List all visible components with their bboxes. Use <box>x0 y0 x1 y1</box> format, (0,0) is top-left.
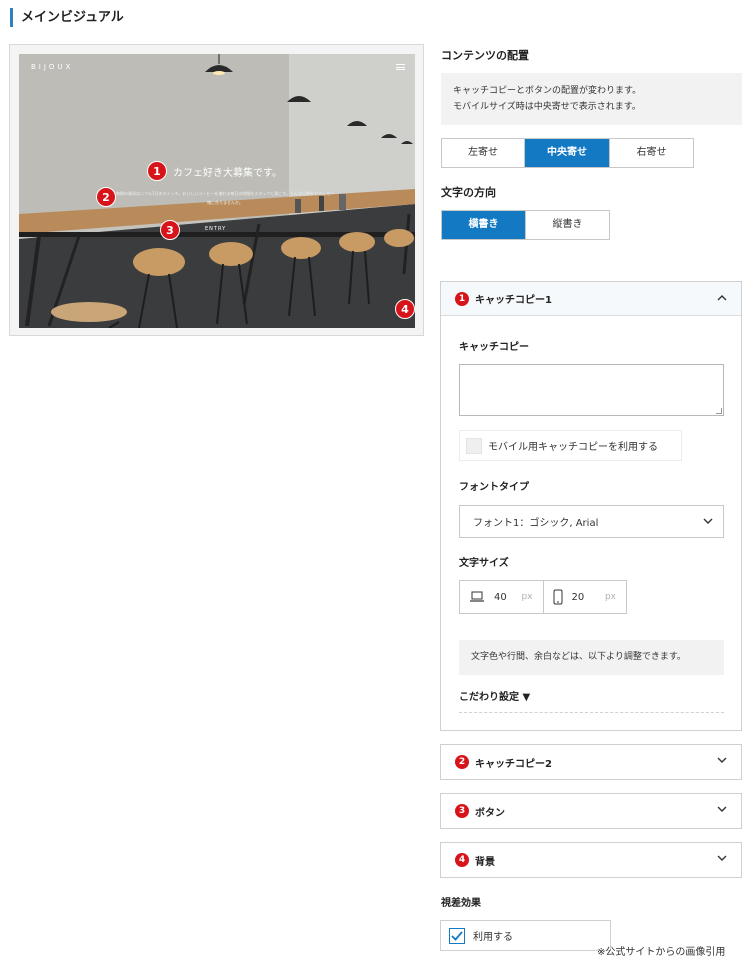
font-type-select[interactable]: フォント1：ゴシック, Arial <box>459 505 724 538</box>
mobile-catch-copy-checkbox[interactable] <box>466 437 482 454</box>
pc-font-size-value: 40 <box>494 591 507 603</box>
layout-note: キャッチコピーとボタンの配置が変わります。 モバイルサイズ時は中央寄せで表示され… <box>441 73 742 125</box>
accordion-header-catch-copy-1[interactable]: 1 キャッチコピー1 <box>441 282 741 316</box>
mobile-font-size-input[interactable]: 20 px <box>544 581 627 613</box>
layout-note-line1: キャッチコピーとボタンの配置が変わります。 <box>453 86 642 96</box>
accordion-title-3: ボタン <box>475 807 505 819</box>
accordion-button[interactable]: 3 ボタン <box>440 793 742 829</box>
mobile-catch-copy-checkbox-row[interactable]: モバイル用キャッチコピーを利用する <box>459 430 682 461</box>
pc-font-size-input[interactable]: 40 px <box>460 581 544 613</box>
layout-segmented-control: 左寄せ 中央寄せ 右寄せ <box>441 138 694 168</box>
accordion-catch-copy-2[interactable]: 2 キャッチコピー2 <box>440 744 742 780</box>
style-adjust-note: 文字色や行間、余白などは、以下より調整できます。 <box>459 640 724 675</box>
preview-brand-logo: BIJOUX <box>31 63 74 71</box>
align-left-button[interactable]: 左寄せ <box>442 139 525 167</box>
align-right-button[interactable]: 右寄せ <box>610 139 693 167</box>
checkmark-icon <box>451 930 463 941</box>
preview-sub-text: 毎朝の珈琲はいつも1日のスイッチ。おいしいコーヒーを淹れる毎日の時間をスタッフと… <box>116 191 334 205</box>
vertical-writing-button[interactable]: 縦書き <box>526 211 609 239</box>
preview-catch-copy: カフェ好き大募集です。 <box>173 168 282 179</box>
direction-label: 文字の方向 <box>441 186 496 199</box>
align-center-button[interactable]: 中央寄せ <box>525 139 610 167</box>
layout-note-line2: モバイルサイズ時は中央寄せで表示されます。 <box>453 102 641 112</box>
chevron-down-icon <box>703 518 713 524</box>
mobile-font-size-value: 20 <box>571 591 585 603</box>
accordion-number-4: 4 <box>455 853 469 867</box>
direction-segmented-control: 横書き 縦書き <box>441 210 610 240</box>
font-size-label: 文字サイズ <box>459 558 509 569</box>
layout-label: コンテンツの配置 <box>441 49 529 62</box>
accordion-header-background[interactable]: 4 背景 <box>441 843 741 877</box>
marker-4: 4 <box>395 299 415 319</box>
chevron-down-icon <box>717 757 727 763</box>
chevron-down-icon <box>717 806 727 812</box>
marker-2: 2 <box>96 187 116 207</box>
main-visual-preview-frame: BIJOUX カフェ好き大募集です。 毎朝の珈琲はいつも1日のスイッチ。おいしい… <box>9 44 424 336</box>
mobile-catch-copy-checkbox-label: モバイル用キャッチコピーを利用する <box>488 442 658 453</box>
laptop-icon <box>470 591 484 602</box>
chevron-up-icon <box>717 295 727 301</box>
pc-font-size-unit: px <box>521 592 533 602</box>
parallax-label: 視差効果 <box>441 898 481 909</box>
mobile-font-size-unit: px <box>604 592 616 602</box>
catch-copy-textarea[interactable] <box>459 364 724 416</box>
marker-1: 1 <box>147 161 167 181</box>
accordion-number-3: 3 <box>455 804 469 818</box>
advanced-settings-toggle[interactable]: こだわり設定 ▼ <box>459 688 530 703</box>
catch-copy-field-label: キャッチコピー <box>459 342 529 353</box>
accordion-header-catch-copy-2[interactable]: 2 キャッチコピー2 <box>441 745 741 779</box>
font-type-value: フォント1：ゴシック, Arial <box>473 518 599 529</box>
accordion-number-1: 1 <box>455 291 469 306</box>
accordion-title-1: キャッチコピー1 <box>475 295 552 306</box>
parallax-checkbox-row[interactable]: 利用する <box>440 920 611 951</box>
parallax-checkbox-label: 利用する <box>473 932 513 943</box>
accordion-header-button[interactable]: 3 ボタン <box>441 794 741 828</box>
font-size-inputs: 40 px 20 px <box>459 580 627 614</box>
font-type-label: フォントタイプ <box>459 482 529 493</box>
accordion-number-2: 2 <box>455 755 469 769</box>
horizontal-writing-button[interactable]: 横書き <box>442 211 526 239</box>
chevron-down-icon <box>717 855 727 861</box>
divider <box>459 712 724 713</box>
accordion-title-2: キャッチコピー2 <box>475 758 552 770</box>
parallax-checkbox[interactable] <box>449 927 465 944</box>
accordion-title-4: 背景 <box>475 856 495 868</box>
accordion-background[interactable]: 4 背景 <box>440 842 742 878</box>
resize-grip-icon[interactable] <box>716 408 722 414</box>
smartphone-icon <box>553 589 562 605</box>
main-visual-preview: BIJOUX カフェ好き大募集です。 毎朝の珈琲はいつも1日のスイッチ。おいしい… <box>19 54 415 328</box>
preview-hamburger-icon <box>396 64 405 70</box>
preview-entry-button: ENTRY <box>205 226 227 232</box>
section-title: メインビジュアル <box>10 8 124 27</box>
image-credit: ※公式サイトからの画像引用 <box>597 947 726 958</box>
marker-3: 3 <box>160 220 180 240</box>
